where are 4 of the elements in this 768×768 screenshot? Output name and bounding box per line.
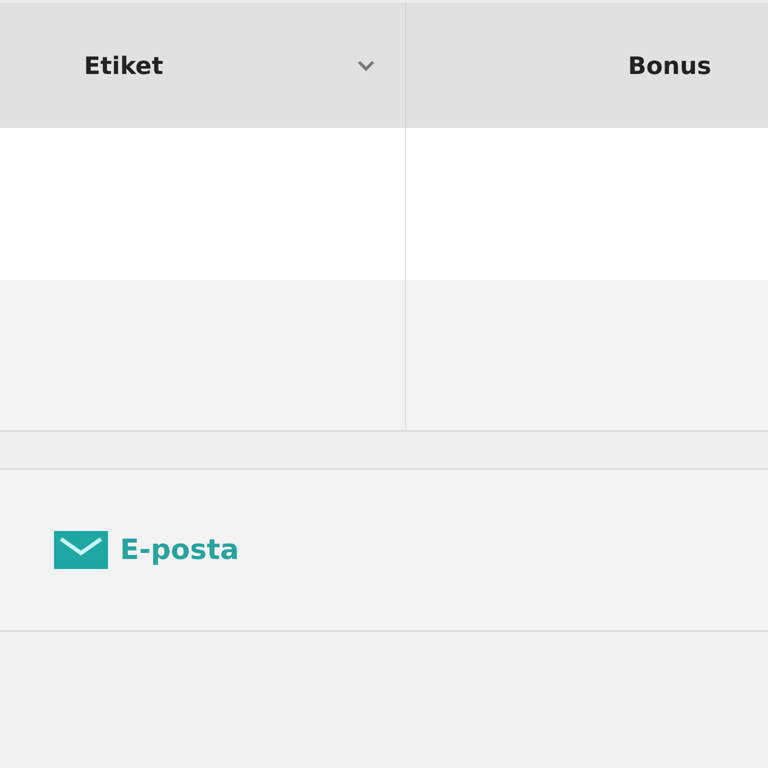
column-header[interactable]: Bonus (406, 0, 768, 128)
envelope-icon (54, 531, 108, 569)
column-header[interactable]: Etiket (0, 0, 406, 128)
chevron-down-icon (357, 60, 375, 72)
